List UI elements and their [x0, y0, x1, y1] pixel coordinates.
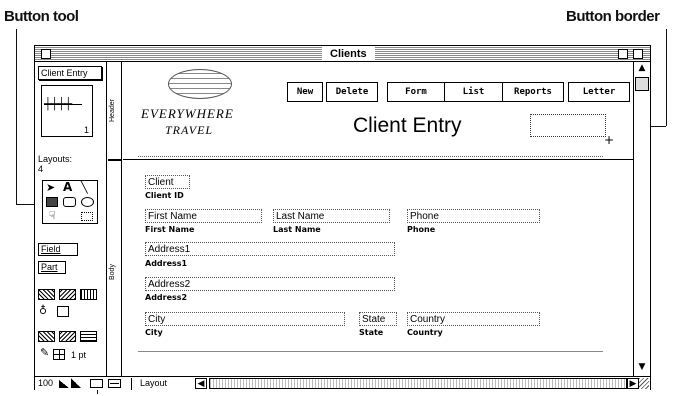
- state-label: State: [359, 328, 384, 337]
- city-label: City: [145, 328, 163, 337]
- status-area-icon[interactable]: [90, 379, 103, 388]
- rounded-rect-tool-icon[interactable]: [63, 197, 76, 207]
- status-bar: 100 Layout ◀ ▶: [35, 376, 650, 390]
- layout-canvas: EVERYWHERE TRAVEL New Delete Form List R…: [123, 62, 633, 376]
- letter-button[interactable]: Letter: [568, 82, 630, 102]
- tool-panel: Client Entry ┼┼┼┼ 1 Layouts: 4 ➤ A ╲ ☟ F…: [35, 62, 107, 376]
- country-field[interactable]: Country: [407, 312, 540, 326]
- callout-line: [16, 29, 17, 204]
- portal-tool-icon[interactable]: [81, 212, 93, 221]
- last-name-field[interactable]: Last Name: [273, 209, 390, 223]
- layout-menu[interactable]: Client Entry: [38, 66, 102, 80]
- first-name-field[interactable]: First Name: [145, 209, 262, 223]
- last-name-label: Last Name: [273, 225, 321, 234]
- fill-sample-icon[interactable]: [57, 306, 69, 317]
- title-bar[interactable]: Clients: [35, 46, 650, 62]
- body-divider: [138, 351, 603, 352]
- zoom-in-icon[interactable]: [71, 378, 81, 388]
- address1-field[interactable]: Address1: [145, 242, 395, 256]
- phone-field[interactable]: Phone: [407, 209, 540, 223]
- pointer-tool-icon[interactable]: ➤: [46, 181, 55, 194]
- client-field[interactable]: Client: [145, 175, 190, 189]
- button-tool-icon[interactable]: ☟: [49, 209, 56, 222]
- crosshair-cursor-icon: +: [604, 133, 615, 147]
- layout-title: Client Entry: [353, 114, 462, 137]
- globe-logo-icon: [168, 69, 232, 99]
- clients-window: Clients Client Entry ┼┼┼┼ 1 Layouts: 4 ➤…: [34, 45, 651, 390]
- header-part-label[interactable]: Header: [109, 99, 116, 122]
- pen-color-menu-icon[interactable]: [38, 331, 55, 342]
- first-name-label: First Name: [145, 225, 195, 234]
- part-label-strip: Header Body: [108, 62, 122, 376]
- vertical-scrollbar[interactable]: ▲ ▼: [633, 62, 650, 376]
- form-button[interactable]: Form: [387, 82, 445, 102]
- button-border-outline[interactable]: [530, 114, 606, 137]
- pen-pattern-menu-icon[interactable]: [59, 331, 76, 342]
- layouts-label: Layouts:: [38, 154, 73, 164]
- zoom-level: 100: [38, 378, 54, 388]
- callout-button-tool: Button tool: [4, 8, 79, 25]
- scroll-up-icon[interactable]: ▲: [634, 63, 650, 75]
- pen-icon: ✎: [40, 346, 50, 359]
- status-toggle-icon[interactable]: [108, 379, 121, 388]
- callout-line: [666, 29, 667, 126]
- list-button[interactable]: List: [444, 82, 503, 102]
- new-button[interactable]: New: [287, 82, 323, 102]
- body-part-label[interactable]: Body: [109, 264, 116, 280]
- rectangle-tool-icon[interactable]: [46, 197, 58, 207]
- header-divider: [138, 156, 603, 157]
- horizontal-scroll-track[interactable]: [209, 378, 627, 389]
- address1-label: Address1: [145, 259, 188, 268]
- resize-handle-icon[interactable]: [639, 378, 649, 389]
- logo-line1: EVERYWHERE: [141, 106, 234, 121]
- logo-line2: TRAVEL: [165, 123, 214, 137]
- scroll-left-icon[interactable]: ◀: [195, 378, 207, 389]
- layout-page-number: 1: [83, 125, 89, 135]
- close-box[interactable]: [41, 49, 51, 59]
- delete-button[interactable]: Delete: [326, 82, 378, 102]
- country-label: Country: [407, 328, 443, 337]
- tool-palette: ➤ A ╲ ☟: [42, 180, 98, 224]
- scroll-down-icon[interactable]: ▼: [634, 362, 650, 374]
- book-ticks-icon: ┼┼┼┼: [44, 98, 72, 110]
- part-tool[interactable]: Part: [38, 261, 66, 274]
- scroll-thumb[interactable]: [635, 77, 649, 91]
- fill-bucket-icon: ♁: [39, 304, 48, 317]
- oval-tool-icon[interactable]: [81, 197, 94, 207]
- window-title: Clients: [322, 47, 375, 61]
- fill-pattern-menu-icon[interactable]: [59, 289, 76, 300]
- scroll-track: [634, 92, 650, 360]
- mode-selector[interactable]: Layout: [131, 378, 193, 390]
- scroll-right-icon[interactable]: ▶: [627, 378, 639, 389]
- reports-button[interactable]: Reports: [502, 82, 564, 102]
- line-width-value: 1 pt: [71, 350, 87, 360]
- collapse-box[interactable]: [633, 49, 643, 59]
- layout-book-icon[interactable]: ┼┼┼┼ 1: [41, 85, 93, 137]
- phone-label: Phone: [407, 225, 436, 234]
- zoom-box[interactable]: [618, 49, 628, 59]
- state-field[interactable]: State: [359, 312, 397, 326]
- text-tool-icon[interactable]: A: [63, 180, 72, 194]
- fill-color-menu-icon[interactable]: [38, 289, 55, 300]
- field-tool[interactable]: Field: [38, 243, 78, 256]
- client-label: Client ID: [145, 191, 184, 200]
- zoom-out-icon[interactable]: [59, 380, 69, 388]
- address2-label: Address2: [145, 293, 188, 302]
- address2-field[interactable]: Address2: [145, 277, 395, 291]
- effects-menu-icon[interactable]: [80, 289, 97, 300]
- line-tool-icon[interactable]: ╲: [81, 181, 88, 194]
- border-grid-icon[interactable]: [53, 349, 65, 360]
- callout-button-border: Button border: [566, 8, 660, 25]
- layouts-count: 4: [38, 164, 44, 174]
- header-part-boundary: [123, 159, 633, 160]
- city-field[interactable]: City: [145, 312, 345, 326]
- line-width-menu-icon[interactable]: [80, 331, 97, 342]
- part-divider: [108, 159, 122, 161]
